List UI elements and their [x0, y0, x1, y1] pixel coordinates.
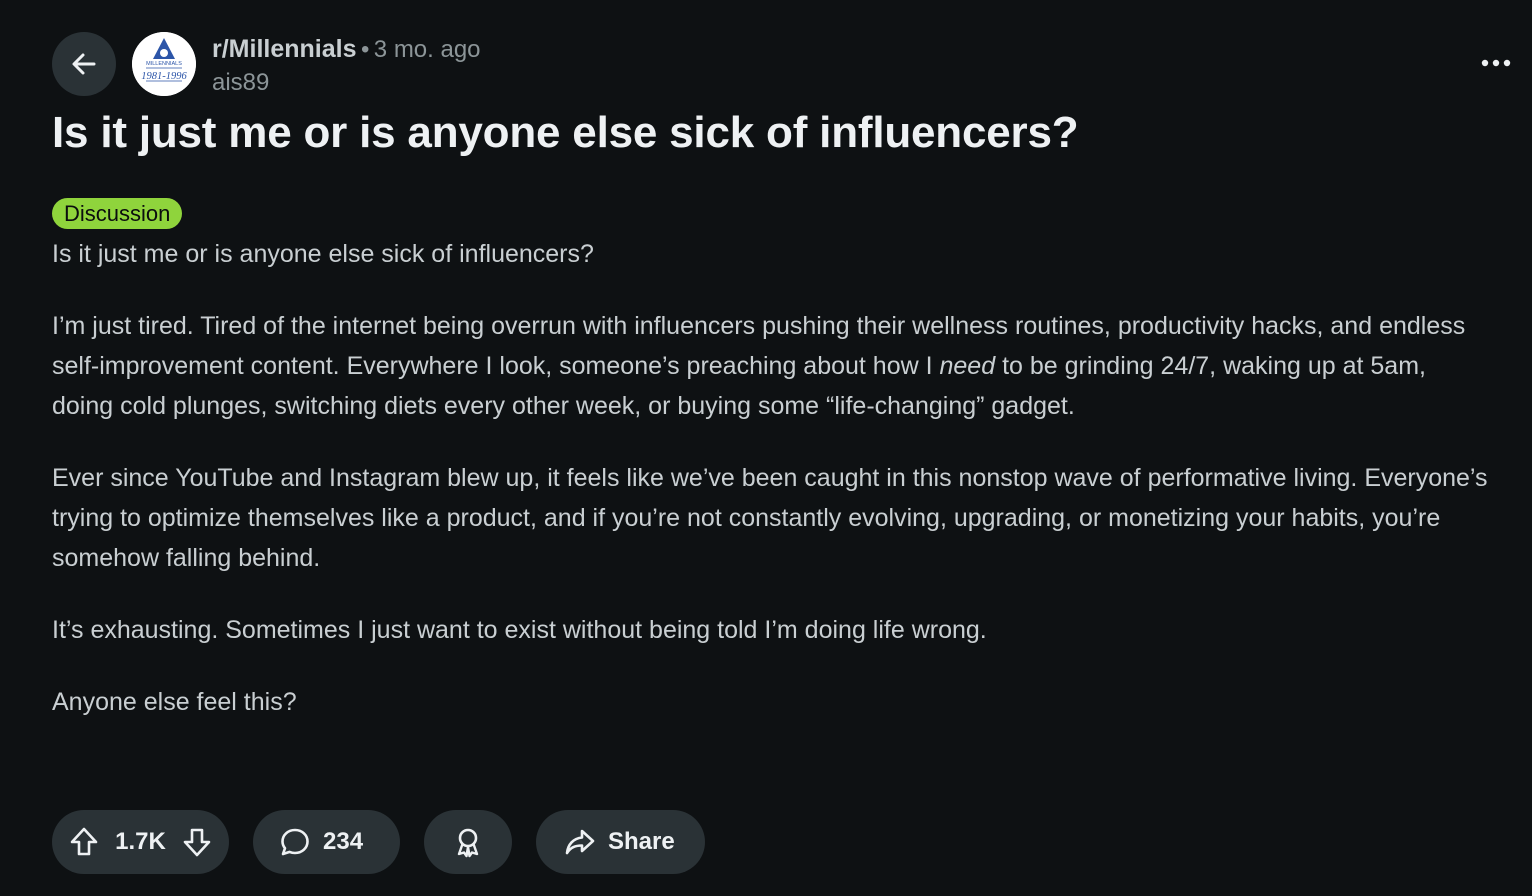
- post-time: 3 mo. ago: [373, 36, 481, 63]
- author-link[interactable]: ais89: [212, 68, 481, 98]
- meta-separator: •: [360, 36, 370, 63]
- flair-badge[interactable]: Discussion: [52, 198, 183, 229]
- share-arrow-icon: [565, 829, 595, 855]
- action-bar: 1.7K 234 Share: [52, 810, 705, 874]
- post-body: Is it just me or is anyone else sick of …: [52, 234, 1492, 754]
- award-icon: [457, 828, 479, 858]
- comments-button[interactable]: 234: [253, 810, 400, 874]
- upvote-button[interactable]: [68, 826, 100, 858]
- share-button[interactable]: Share: [536, 810, 705, 874]
- post-title: Is it just me or is anyone else sick of …: [52, 108, 1079, 157]
- body-emphasis: need: [939, 352, 996, 380]
- body-paragraph: Ever since YouTube and Instagram blew up…: [52, 464, 1488, 572]
- avatar-top-text: MILLENNIALS: [146, 61, 182, 67]
- arrow-down-icon: [183, 828, 211, 857]
- arrow-left-icon: [72, 53, 96, 75]
- speech-bubble-icon: [281, 828, 309, 856]
- award-button[interactable]: [424, 810, 512, 874]
- back-button[interactable]: [52, 32, 116, 96]
- avatar-bottom-text: 1981-1996: [141, 71, 187, 82]
- comment-count: 234: [323, 828, 364, 855]
- arrow-up-icon: [70, 827, 98, 856]
- subreddit-avatar[interactable]: MILLENNIALS 1981-1996: [132, 32, 196, 96]
- post-meta: r/Millennials • 3 mo. ago ais89: [212, 34, 481, 98]
- vote-score: 1.7K: [115, 828, 166, 855]
- body-paragraph: I’m just tired. Tired of the internet be…: [52, 306, 1492, 426]
- body-paragraph: It’s exhausting. Sometimes I just want t…: [52, 616, 987, 644]
- vote-control: 1.7K: [52, 810, 229, 874]
- share-label: Share: [608, 828, 675, 855]
- downvote-button[interactable]: [181, 826, 213, 858]
- more-horizontal-icon: [1481, 59, 1511, 67]
- more-options-button[interactable]: [1478, 48, 1514, 78]
- subreddit-link[interactable]: r/Millennials: [212, 35, 356, 63]
- body-paragraph: Is it just me or is anyone else sick of …: [52, 240, 594, 268]
- body-paragraph: Anyone else feel this?: [52, 688, 297, 716]
